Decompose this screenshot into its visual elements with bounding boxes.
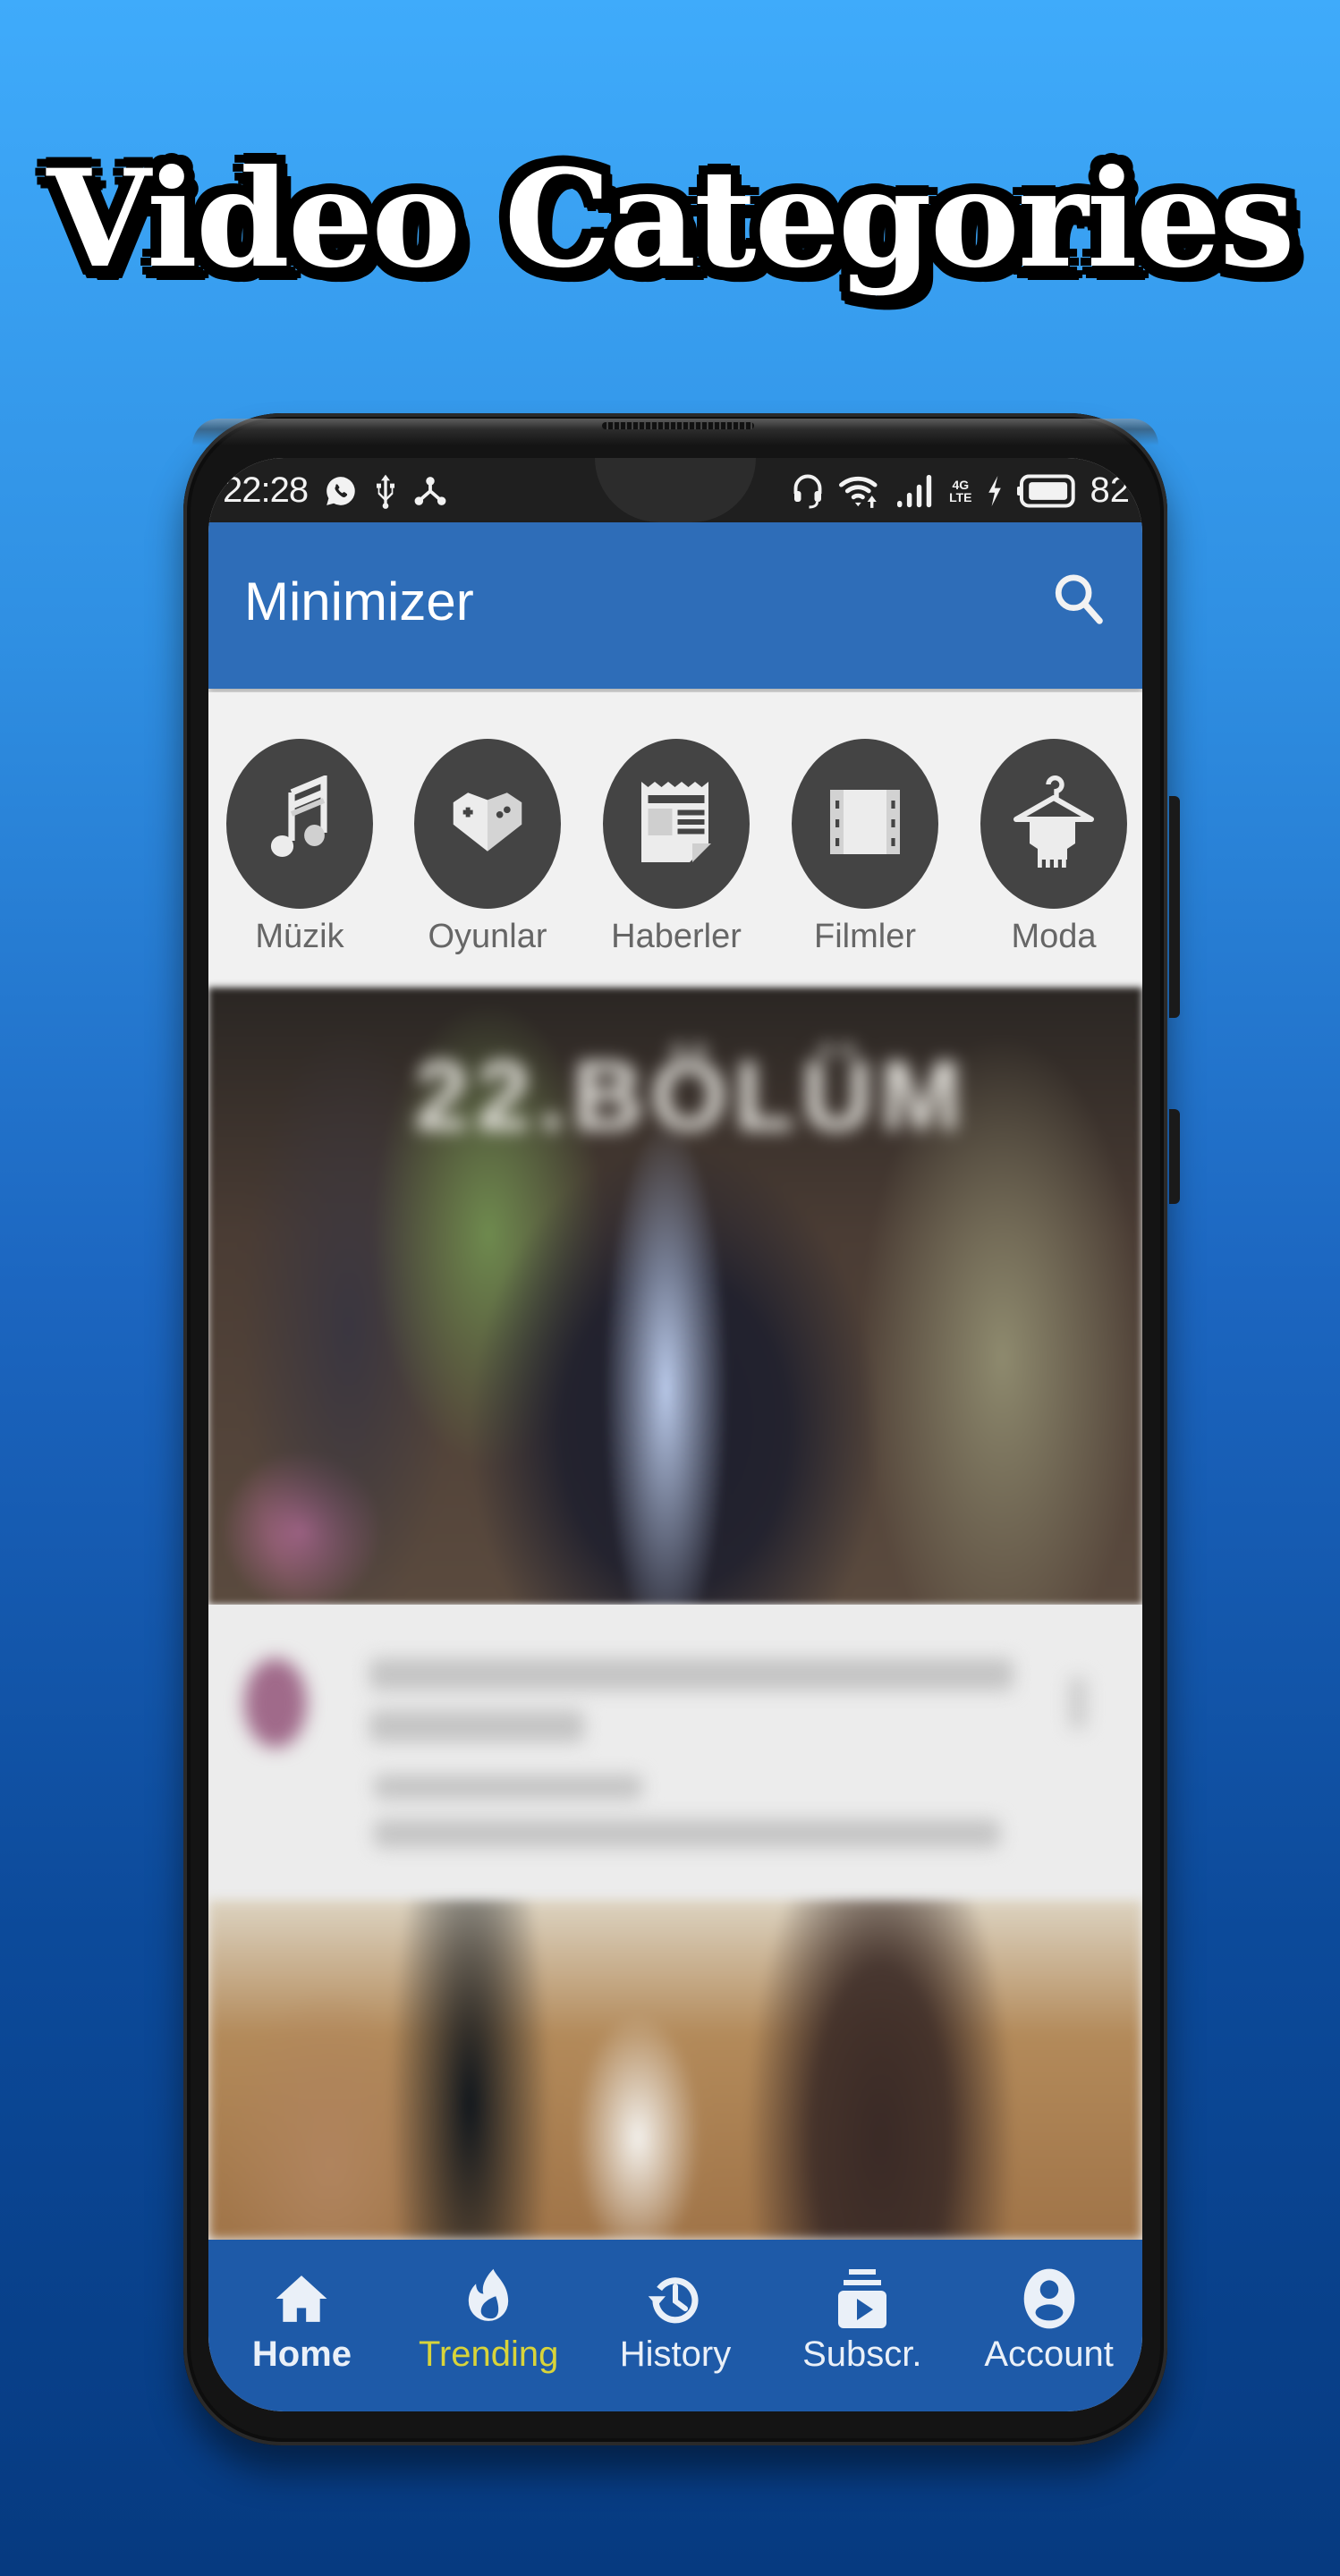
charging-icon bbox=[987, 475, 1003, 506]
video-title-placeholder bbox=[369, 1658, 1013, 1690]
thumbnail-overlay-text: 22.BÖLÜM bbox=[414, 1041, 970, 1151]
nav-trending[interactable]: Trending bbox=[395, 2240, 582, 2411]
account-icon bbox=[1019, 2267, 1080, 2331]
earpiece-speaker bbox=[602, 422, 754, 429]
nav-home[interactable]: Home bbox=[208, 2240, 395, 2411]
category-label: Oyunlar bbox=[428, 918, 547, 955]
category-label: Moda bbox=[1011, 918, 1097, 955]
search-button[interactable] bbox=[1046, 569, 1110, 633]
category-movies[interactable]: Filmler bbox=[771, 739, 959, 956]
app-bar: Minimizer bbox=[208, 522, 1142, 689]
video-stats-placeholder bbox=[374, 1819, 1000, 1848]
status-time: 22:28 bbox=[223, 470, 309, 510]
home-icon bbox=[271, 2267, 332, 2331]
subscriptions-icon bbox=[832, 2267, 893, 2331]
flame-icon bbox=[458, 2267, 519, 2331]
category-label: Filmler bbox=[814, 918, 916, 955]
category-news[interactable]: Haberler bbox=[582, 739, 770, 956]
search-icon bbox=[1052, 571, 1104, 632]
category-games[interactable]: Oyunlar bbox=[394, 739, 581, 956]
camera-notch bbox=[595, 458, 756, 522]
music-note-icon bbox=[267, 774, 332, 873]
category-strip: Müzik Oyunlar Haberler Filmler Moda bbox=[208, 692, 1142, 987]
video-info[interactable] bbox=[208, 1605, 1142, 1900]
lte-icon: 4G LTE bbox=[949, 477, 972, 504]
film-icon bbox=[827, 787, 903, 861]
nav-label: Home bbox=[251, 2334, 352, 2374]
headline: Video Categories bbox=[47, 140, 1294, 298]
channel-avatar[interactable] bbox=[244, 1658, 307, 1748]
channel-name-placeholder bbox=[374, 1775, 642, 1800]
nav-label: Trending bbox=[419, 2334, 559, 2374]
bottom-navigation: Home Trending History Subscr. Account bbox=[208, 2240, 1142, 2411]
nav-label: Account bbox=[984, 2334, 1114, 2374]
signal-icon bbox=[895, 473, 935, 509]
video-thumbnail[interactable]: 22.BÖLÜM bbox=[208, 987, 1142, 1605]
usb-icon bbox=[374, 473, 397, 509]
hanger-icon bbox=[1011, 768, 1097, 880]
status-bar: 22:28 4G LTE 82 bbox=[208, 458, 1142, 522]
category-label: Haberler bbox=[611, 918, 742, 955]
nav-subscriptions[interactable]: Subscr. bbox=[768, 2240, 955, 2411]
headset-icon bbox=[792, 471, 824, 511]
phone-screen: 22:28 4G LTE 82 Minimizer Müzik Oyunlar … bbox=[208, 458, 1142, 2411]
video-thumbnail[interactable] bbox=[208, 1900, 1142, 2240]
gamepad-heart-icon bbox=[451, 790, 524, 859]
video-title-placeholder bbox=[369, 1710, 584, 1742]
power-button bbox=[1169, 1109, 1180, 1204]
battery-icon bbox=[1016, 473, 1076, 509]
battery-percent: 82 bbox=[1090, 470, 1131, 510]
history-icon bbox=[645, 2267, 706, 2331]
wifi-icon bbox=[838, 472, 881, 510]
more-options-icon[interactable] bbox=[1069, 1676, 1087, 1730]
volume-button bbox=[1169, 796, 1180, 1018]
nav-history[interactable]: History bbox=[582, 2240, 769, 2411]
app-title: Minimizer bbox=[244, 572, 474, 631]
category-label: Müzik bbox=[255, 918, 344, 955]
category-music[interactable]: Müzik bbox=[208, 739, 394, 956]
nav-label: History bbox=[619, 2334, 732, 2374]
phone-frame: 22:28 4G LTE 82 Minimizer Müzik Oyunlar … bbox=[183, 413, 1180, 2445]
nav-label: Subscr. bbox=[802, 2334, 922, 2374]
newspaper-icon bbox=[639, 778, 714, 870]
share-icon bbox=[413, 474, 447, 508]
nav-account[interactable]: Account bbox=[955, 2240, 1142, 2411]
category-fashion[interactable]: Moda bbox=[960, 739, 1142, 956]
whatsapp-icon bbox=[324, 474, 358, 508]
